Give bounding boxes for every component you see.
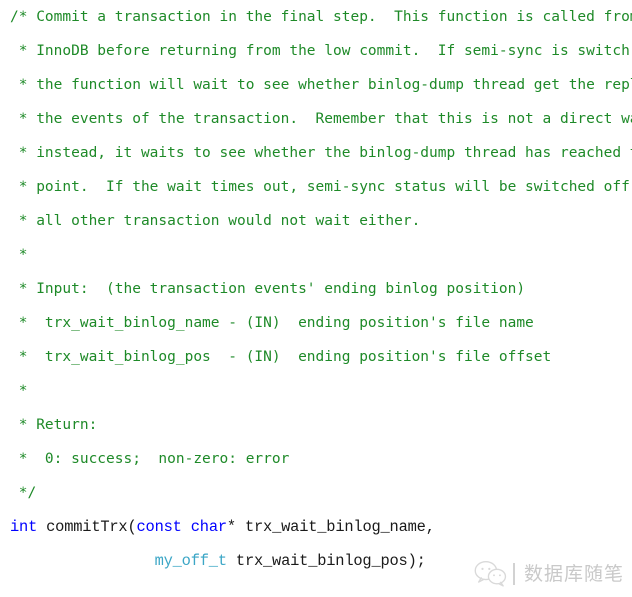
comment-line: * 0: success; non-zero: error bbox=[10, 451, 290, 467]
comment-line: * trx_wait_binlog_pos - (IN) ending posi… bbox=[10, 349, 552, 365]
comment-line: * instead, it waits to see whether the b… bbox=[10, 145, 632, 161]
comment-line: * all other transaction would not wait e… bbox=[10, 213, 421, 229]
comment-line: * bbox=[10, 383, 28, 399]
code-token: my_off_t bbox=[154, 552, 227, 570]
code-token: commitTrx( bbox=[37, 518, 137, 536]
code-token: * trx_wait_binlog_name, bbox=[226, 518, 435, 536]
code-token: trx_wait_binlog_pos); bbox=[226, 552, 426, 570]
comment-line: * InnoDB before returning from the low c… bbox=[10, 43, 632, 59]
comment-line: * bbox=[10, 247, 28, 263]
code-token: char bbox=[190, 518, 227, 536]
comment-line: */ bbox=[10, 485, 37, 501]
comment-line: * point. If the wait times out, semi-syn… bbox=[10, 179, 632, 195]
comment-line: * the function will wait to see whether … bbox=[10, 77, 632, 93]
comment-line: * Return: bbox=[10, 417, 98, 433]
code-token: const bbox=[136, 518, 182, 536]
comment-line: * Input: (the transaction events' ending… bbox=[10, 281, 526, 297]
comment-line: * the events of the transaction. Remembe… bbox=[10, 111, 632, 127]
comment-line: /* Commit a transaction in the final ste… bbox=[10, 9, 632, 25]
code-token: int bbox=[10, 518, 38, 536]
signature-line-1: int commitTrx(const char* trx_wait_binlo… bbox=[0, 510, 632, 544]
signature-line-2: my_off_t trx_wait_binlog_pos); bbox=[0, 544, 632, 578]
comment-line: * trx_wait_binlog_name - (IN) ending pos… bbox=[10, 315, 534, 331]
code-snippet-block: /* Commit a transaction in the final ste… bbox=[0, 0, 632, 597]
